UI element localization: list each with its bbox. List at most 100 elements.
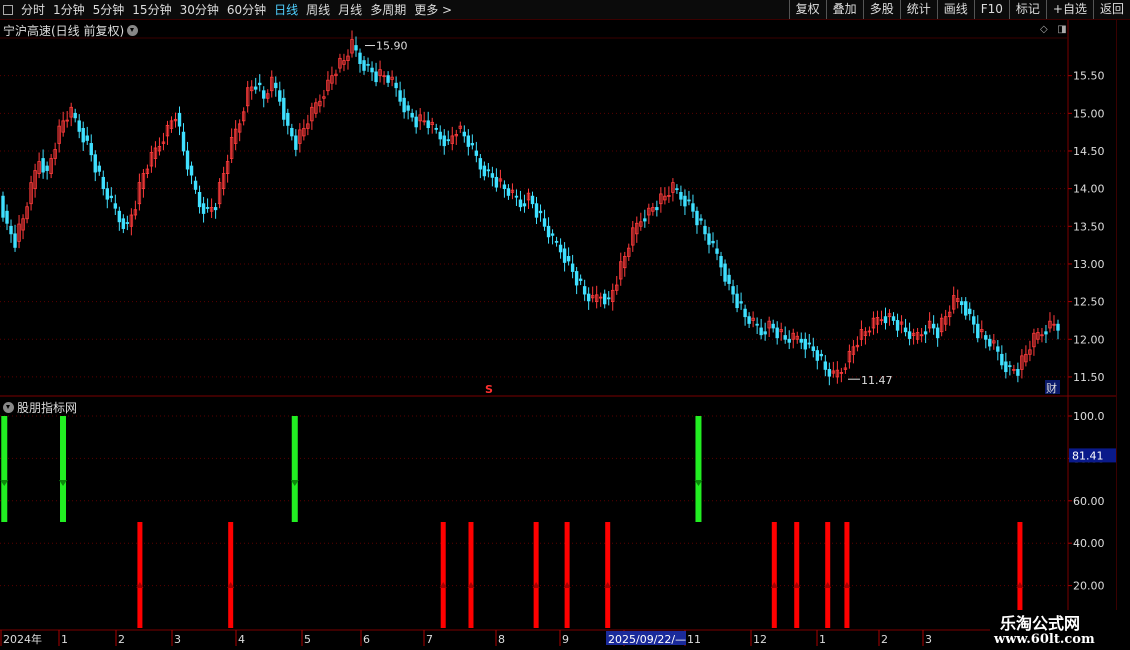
ind-tick-label-4: 20.00 <box>1073 580 1105 593</box>
candle-body-151 <box>607 297 611 300</box>
candle-body-192 <box>771 323 775 329</box>
time-label-2: 2 <box>118 633 125 646</box>
time-label-4: 4 <box>238 633 245 646</box>
candle-body-250 <box>1004 361 1008 373</box>
candle-body-3 <box>13 233 17 248</box>
candle-body-160 <box>643 218 647 222</box>
candle-body-50 <box>201 203 206 214</box>
candle-body-140 <box>562 248 567 263</box>
buy-signal-bar-2 <box>440 522 446 628</box>
candle-body-123 <box>494 176 499 188</box>
candle-body-188 <box>755 323 759 326</box>
candle-body-30 <box>121 218 126 229</box>
candle-body-249 <box>1000 353 1004 366</box>
chart-canvas[interactable]: 15.50 15.00 14.50 14.00 13.50 13.00 12.50 12.00… <box>0 0 1130 650</box>
buy-signal-bar-10 <box>844 522 850 628</box>
candle-body-144 <box>578 278 583 281</box>
candle-body-170 <box>683 195 687 207</box>
candle-body-44 <box>177 112 182 127</box>
ind-tick-label-3: 40.00 <box>1073 537 1105 550</box>
candle-body-242 <box>972 316 976 325</box>
time-label-14: 2 <box>881 633 888 646</box>
time-label-6: 6 <box>363 633 370 646</box>
candle-body-0 <box>1 195 5 218</box>
candle-body-64 <box>258 82 262 86</box>
time-label-11: 11 <box>687 633 701 646</box>
candle-body-225 <box>903 327 908 333</box>
candle-body-88 <box>354 45 358 51</box>
candle-body-92 <box>370 67 374 73</box>
sell-signal-bar-3 <box>695 416 702 522</box>
candle-body-204 <box>819 353 824 357</box>
candle-body-119 <box>478 158 483 170</box>
candle-body-117 <box>470 143 475 146</box>
candle-body-223 <box>895 320 900 331</box>
candle-body-45 <box>181 131 186 152</box>
cursor-date-label: 2025/09/22/— <box>608 633 686 646</box>
candle-body-10 <box>41 158 45 173</box>
candle-body-28 <box>113 203 118 209</box>
buy-signal-bar-7 <box>771 522 777 628</box>
candle-body-143 <box>574 271 579 286</box>
candle-body-171 <box>687 199 691 202</box>
price-tick-label-6: 12.50 <box>1073 296 1105 309</box>
candle-body-179 <box>719 256 723 268</box>
candle-body-196 <box>787 338 791 343</box>
price-tick-label-3: 14.00 <box>1073 183 1105 196</box>
value-badge: 81.41 <box>1072 449 1104 462</box>
candle-body-120 <box>482 165 487 177</box>
right-side-strip[interactable] <box>1116 20 1130 630</box>
candle-body-193 <box>775 327 779 339</box>
candle-body-201 <box>807 342 811 345</box>
candle-body-108 <box>434 127 438 130</box>
candle-body-183 <box>735 293 739 309</box>
candle-body-200 <box>803 338 807 350</box>
candle-body-29 <box>117 210 122 223</box>
candle-body-46 <box>185 150 190 170</box>
candle-body-100 <box>402 97 406 113</box>
price-tick-label-0: 15.50 <box>1073 70 1105 83</box>
candle-body-260 <box>1044 331 1048 335</box>
candle-body-18 <box>73 112 77 119</box>
candle-body-98 <box>394 82 398 89</box>
candle-body-24 <box>97 165 101 172</box>
candle-body-206 <box>827 369 832 377</box>
buy-signal-bar-6 <box>605 522 611 628</box>
price-tick-label-7: 12.00 <box>1073 333 1105 346</box>
candle-body-136 <box>546 225 551 238</box>
candle-body-71 <box>286 112 290 126</box>
candle-body-103 <box>414 116 418 128</box>
candle-body-93 <box>374 71 378 83</box>
candle-body-163 <box>655 207 659 211</box>
time-label-7: 7 <box>426 633 433 646</box>
price-tick-label-8: 11.50 <box>1073 371 1105 384</box>
candle-body-2 <box>9 225 13 235</box>
candle-body-23 <box>93 154 97 173</box>
cai-marker: 财 <box>1046 381 1057 395</box>
time-label-5: 5 <box>304 633 311 646</box>
candle-body-106 <box>426 120 430 129</box>
candle-body-243 <box>976 323 980 339</box>
candle-body-48 <box>193 180 198 190</box>
candle-body-118 <box>474 150 479 156</box>
ind-tick-label-2: 60.00 <box>1073 495 1105 508</box>
candle-body-241 <box>968 308 972 315</box>
time-label-3: 3 <box>174 633 181 646</box>
candle-body-69 <box>278 90 282 102</box>
candle-body-141 <box>566 256 571 262</box>
candle-body-129 <box>518 199 523 208</box>
time-label-15: 3 <box>925 633 932 646</box>
candle-body-109 <box>438 131 442 140</box>
candle-body-125 <box>502 184 507 190</box>
candle-body-142 <box>570 263 575 272</box>
sell-signal-bar-1 <box>60 416 67 522</box>
low-price-label: 11.47 <box>861 374 893 387</box>
candle-body-68 <box>274 82 278 89</box>
candle-body-90 <box>362 60 366 71</box>
candle-body-205 <box>823 361 828 370</box>
candle-body-11 <box>45 165 49 171</box>
candle-body-185 <box>743 308 747 318</box>
candle-body-246 <box>988 338 992 347</box>
buy-signal-bar-8 <box>794 522 800 628</box>
candle-body-27 <box>109 195 114 199</box>
